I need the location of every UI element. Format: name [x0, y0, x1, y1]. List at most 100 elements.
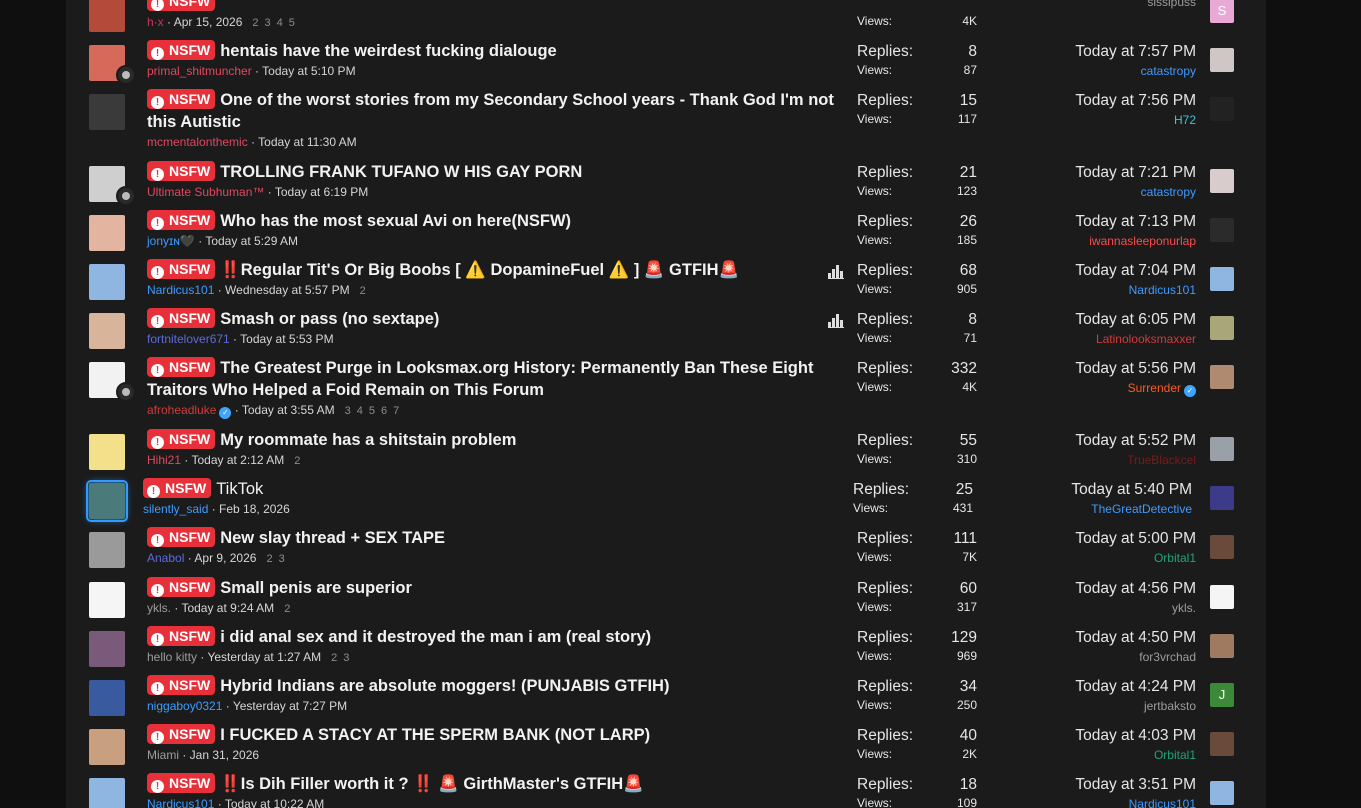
page-link[interactable]: 2 — [331, 650, 337, 667]
page-link[interactable]: 3 — [279, 551, 285, 568]
last-poster-avatar[interactable] — [1210, 437, 1234, 461]
page-link[interactable]: 4 — [277, 15, 283, 32]
thread-title-text[interactable]: TROLLING FRANK TUFANO W HIS GAY PORN — [220, 163, 582, 181]
last-poster-avatar[interactable] — [1210, 97, 1234, 121]
page-link[interactable]: 2 — [252, 15, 258, 32]
thread-row[interactable]: ! NSFW New slay thread + SEX TAPE Anabol · … — [66, 522, 1266, 572]
nsfw-label[interactable]: ! NSFW — [147, 773, 216, 793]
thread-author[interactable]: mcmentalonthemic — [147, 135, 248, 149]
thread-title-text[interactable]: I FUCKED A STACY AT THE SPERM BANK (NOT … — [220, 726, 650, 744]
thread-title[interactable]: ! NSFW Small penis are superior — [147, 577, 847, 599]
nsfw-label[interactable]: ! NSFW — [147, 259, 216, 279]
thread-title[interactable]: ! NSFW I FUCKED A STACY AT THE SPERM BANK … — [147, 724, 847, 746]
last-post-user[interactable]: sissipuss — [996, 0, 1196, 11]
thread-title-text[interactable]: One of the worst stories from my Seconda… — [147, 91, 834, 131]
thread-author[interactable]: Hihi21 — [147, 453, 181, 467]
last-post-user[interactable]: Surrender ✓ — [996, 380, 1196, 397]
last-post-time[interactable]: Today at 7:04 PM — [996, 261, 1196, 281]
page-link[interactable]: 6 — [381, 403, 387, 420]
thread-author[interactable]: primal_shitmuncher — [147, 64, 252, 78]
page-link[interactable]: 2 — [266, 551, 272, 568]
last-poster-avatar[interactable]: S — [1210, 0, 1234, 23]
last-post-user[interactable]: H72 — [996, 112, 1196, 129]
last-post-time[interactable]: Today at 6:05 PM — [996, 310, 1196, 330]
last-poster-avatar[interactable] — [1210, 316, 1234, 340]
last-post-username[interactable]: TheGreatDetective — [1091, 502, 1192, 516]
thread-author[interactable]: Nardicus101 — [147, 283, 214, 297]
thread-title-text[interactable]: Hybrid Indians are absolute moggers! (PU… — [220, 677, 669, 695]
thread-author[interactable]: Nardicus101 — [147, 797, 214, 808]
thread-start-date[interactable]: Today at 6:19 PM — [275, 185, 368, 199]
thread-title[interactable]: ! NSFW The Greatest Purge in Looksmax.org … — [147, 357, 847, 401]
last-post-time[interactable]: Today at 4:50 PM — [996, 628, 1196, 648]
author-avatar[interactable] — [89, 631, 125, 667]
thread-start-date[interactable]: Apr 9, 2026 — [194, 551, 256, 565]
author-avatar[interactable] — [89, 680, 125, 716]
thread-title-text[interactable]: The Greatest Purge in Looksmax.org Histo… — [147, 359, 813, 399]
thread-row[interactable]: ! NSFW Hybrid Indians are absolute moggers… — [66, 670, 1266, 719]
last-poster-avatar[interactable] — [1210, 267, 1234, 291]
last-poster-avatar[interactable] — [1210, 169, 1234, 193]
thread-title[interactable]: ! NSFW i did anal sex and it destroyed the… — [147, 626, 847, 648]
last-post-user[interactable]: catastropy — [996, 63, 1196, 80]
last-post-time[interactable]: Today at 7:21 PM — [996, 163, 1196, 183]
thread-row[interactable]: ! NSFW My roommate has a shitstain problem… — [66, 424, 1266, 473]
thread-author[interactable]: Anabol — [147, 551, 184, 565]
thread-author[interactable]: jonyɪɴ🖤 — [147, 234, 195, 248]
last-post-username[interactable]: catastropy — [1141, 64, 1196, 78]
thread-row[interactable]: ! NSFW I FUCKED A STACY AT THE SPERM BANK … — [66, 719, 1266, 768]
last-post-username[interactable]: H72 — [1174, 113, 1196, 127]
last-post-user[interactable]: iwannasleeponurlap — [996, 233, 1196, 250]
last-poster-avatar[interactable] — [1210, 634, 1234, 658]
last-poster-avatar[interactable] — [1210, 781, 1234, 805]
author-avatar[interactable] — [89, 434, 125, 470]
thread-row[interactable]: ! NSFW hentais have the weirdest fucking d… — [66, 35, 1266, 85]
thread-title-text[interactable]: New slay thread + SEX TAPE — [220, 529, 445, 547]
thread-title-text[interactable]: ‼️Is Dih Filler worth it ? ‼️ 🚨 GirthMas… — [220, 775, 643, 793]
last-post-user[interactable]: Nardicus101 — [996, 282, 1196, 299]
nsfw-label[interactable]: ! NSFW — [143, 478, 212, 498]
thread-start-date[interactable]: Today at 9:24 AM — [181, 601, 274, 615]
thread-author[interactable]: niggaboy0321 — [147, 699, 222, 713]
thread-author[interactable]: fortnitelover671 — [147, 332, 230, 346]
last-post-user[interactable]: for3vrchad — [996, 649, 1196, 666]
last-poster-avatar[interactable] — [1210, 365, 1234, 389]
nsfw-label[interactable]: ! NSFW — [147, 429, 216, 449]
thread-title-text[interactable]: Smash or pass (no sextape) — [220, 310, 439, 328]
thread-row[interactable]: ! NSFW TikTok silently_said · Feb 18, 2026 R… — [66, 473, 1266, 522]
last-post-time[interactable]: Today at 4:56 PM — [996, 579, 1196, 599]
last-poster-avatar[interactable] — [1210, 732, 1234, 756]
last-poster-avatar[interactable] — [1210, 585, 1234, 609]
last-poster-avatar[interactable] — [1210, 48, 1234, 72]
thread-row[interactable]: ! NSFW ‼️Is Dih Filler worth it ? ‼️ 🚨 Gir… — [66, 768, 1266, 808]
thread-start-date[interactable]: Yesterday at 1:27 AM — [207, 650, 321, 664]
thread-start-date[interactable]: Feb 18, 2026 — [219, 502, 290, 516]
last-post-time[interactable]: Today at 5:52 PM — [996, 431, 1196, 451]
last-post-username[interactable]: for3vrchad — [1139, 650, 1196, 664]
author-avatar[interactable] — [86, 480, 128, 522]
last-post-user[interactable]: Orbital1 — [996, 550, 1196, 567]
last-post-username[interactable]: Orbital1 — [1154, 748, 1196, 762]
thread-author[interactable]: Ultimate Subhuman™ — [147, 185, 264, 199]
thread-title[interactable]: ! NSFW New slay thread + SEX TAPE — [147, 527, 847, 549]
last-post-username[interactable]: Surrender — [1128, 381, 1181, 395]
thread-author[interactable]: h·x — [147, 15, 164, 29]
last-poster-avatar[interactable]: J — [1210, 683, 1234, 707]
thread-row[interactable]: ! NSFW Smash or pass (no sextape) fortnitel… — [66, 303, 1266, 352]
last-post-user[interactable]: catastropy — [996, 184, 1196, 201]
page-link[interactable]: 2 — [284, 601, 290, 618]
thread-start-date[interactable]: Today at 3:55 AM — [242, 403, 335, 417]
author-avatar[interactable] — [89, 729, 125, 765]
thread-start-date[interactable]: Yesterday at 7:27 PM — [233, 699, 347, 713]
nsfw-label[interactable]: ! NSFW — [147, 89, 216, 109]
author-avatar[interactable] — [89, 94, 125, 130]
thread-title-text[interactable]: TikTok — [216, 480, 263, 498]
page-link[interactable]: 5 — [369, 403, 375, 420]
thread-title[interactable]: ! NSFW TROLLING FRANK TUFANO W HIS GAY POR… — [147, 161, 847, 183]
thread-start-date[interactable]: Jan 31, 2026 — [190, 748, 259, 762]
last-post-user[interactable]: Nardicus101 — [996, 796, 1196, 808]
thread-author[interactable]: silently_said — [143, 502, 208, 516]
thread-title[interactable]: ! NSFW Hybrid Indians are absolute moggers… — [147, 675, 847, 697]
last-post-username[interactable]: jertbaksto — [1144, 699, 1196, 713]
thread-row[interactable]: !NSFWh·x · Apr 15, 20262345Replies:Views… — [66, 0, 1266, 35]
